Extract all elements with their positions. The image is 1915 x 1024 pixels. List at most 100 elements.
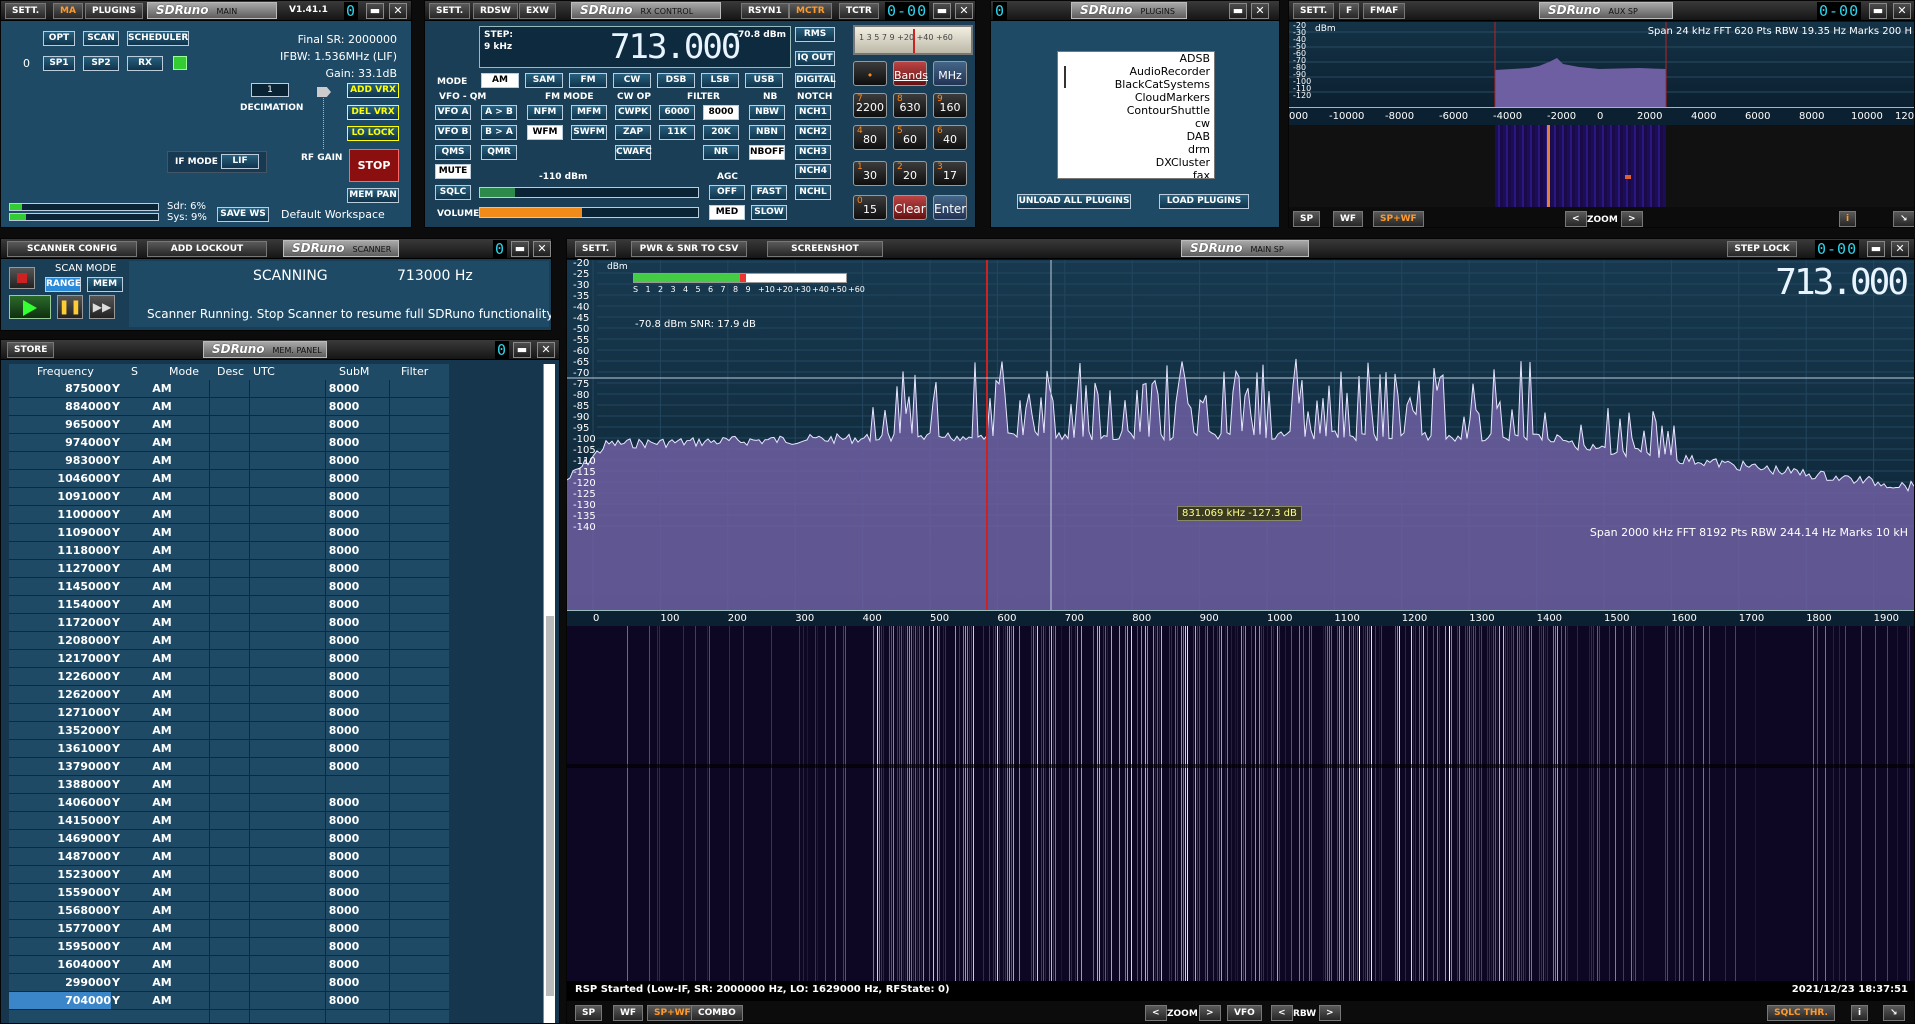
table-row[interactable]: 1172000 Y AM 8000: [9, 614, 449, 632]
aux-minimize-button[interactable]: ▬: [1869, 3, 1887, 19]
main-frequency[interactable]: 713.000: [1775, 262, 1909, 303]
a-to-b-button[interactable]: A > B: [481, 105, 517, 120]
table-row[interactable]: 1388000 Y AM: [9, 776, 449, 794]
combo-button[interactable]: COMBO: [691, 1005, 743, 1021]
plugin-item[interactable]: CloudMarkers: [1058, 91, 1214, 104]
store-button[interactable]: STORE: [7, 342, 55, 358]
key-2[interactable]: 2 20: [893, 161, 927, 186]
scanner-play-button[interactable]: [9, 295, 51, 319]
table-row[interactable]: 875000 Y AM 8000: [9, 380, 449, 398]
aux-zoom-out-button[interactable]: <: [1565, 211, 1587, 227]
filter-11k-button[interactable]: 11K: [659, 125, 695, 140]
mode-sam-button[interactable]: SAM: [525, 73, 563, 88]
aux-resize-icon[interactable]: ↘: [1893, 211, 1914, 227]
rms-button[interactable]: RMS: [795, 27, 835, 42]
nch1-button[interactable]: NCH1: [795, 105, 831, 120]
zap-button[interactable]: ZAP: [615, 125, 651, 140]
mem-scrollbar[interactable]: [543, 364, 555, 1023]
digital-button[interactable]: DIGITAL: [795, 73, 836, 88]
tctr-button[interactable]: TCTR: [839, 3, 879, 19]
aux-zoom-in-button[interactable]: >: [1621, 211, 1643, 227]
agc-med-button[interactable]: MED: [709, 205, 745, 220]
save-ws-button[interactable]: SAVE WS: [217, 207, 269, 222]
mainsp-close-button[interactable]: ✕: [1891, 241, 1909, 257]
table-row[interactable]: 1208000 Y AM 8000: [9, 632, 449, 650]
unload-all-plugins-button[interactable]: UNLOAD ALL PLUGINS: [1017, 194, 1131, 209]
scanner-close-button[interactable]: ✕: [533, 241, 551, 257]
agc-fast-button[interactable]: FAST: [751, 185, 787, 200]
key-9[interactable]: 9 160: [933, 93, 967, 118]
mctr-button[interactable]: MCTR: [789, 3, 832, 19]
table-row[interactable]: 299000 Y AM 8000: [9, 974, 449, 992]
rx-sett-button[interactable]: SETT.: [429, 3, 471, 19]
vfo-b-button[interactable]: VFO B: [435, 125, 471, 140]
cwafc-button[interactable]: CWAFC: [615, 145, 652, 160]
table-row[interactable]: 1406000 Y AM 8000: [9, 794, 449, 812]
table-row[interactable]: 1091000 Y AM 8000: [9, 488, 449, 506]
table-row[interactable]: 1154000 Y AM 8000: [9, 596, 449, 614]
b-to-a-button[interactable]: B > A: [481, 125, 517, 140]
main-close-button[interactable]: ✕: [389, 3, 407, 19]
pwr-snr-csv-button[interactable]: PWR & SNR TO CSV: [631, 241, 747, 257]
mode-cw-button[interactable]: CW: [613, 73, 651, 88]
nch2-button[interactable]: NCH2: [795, 125, 831, 140]
mainsp-sp-button[interactable]: SP: [575, 1005, 603, 1021]
plugins-list[interactable]: ADSB AudioRecorder BlackCatSystems Cloud…: [1057, 51, 1215, 179]
aux-f-button[interactable]: F: [1339, 3, 1360, 19]
key-6[interactable]: 6 40: [933, 125, 967, 150]
wfm-button[interactable]: WFM: [527, 125, 563, 140]
key-0[interactable]: 0 15: [853, 195, 887, 220]
opt-button[interactable]: OPT: [43, 31, 75, 46]
table-row[interactable]: 1604000 Y AM 8000: [9, 956, 449, 974]
scheduler-button[interactable]: SCHEDULER: [127, 31, 189, 46]
key-7[interactable]: 7 2200: [853, 93, 887, 118]
table-row[interactable]: 1595000 Y AM 8000: [9, 938, 449, 956]
plugin-item[interactable]: DAB: [1058, 130, 1214, 143]
plugin-item[interactable]: DXCluster: [1058, 156, 1214, 169]
table-row[interactable]: 1379000 Y AM 8000: [9, 758, 449, 776]
aux-sp-button[interactable]: SP: [1293, 211, 1321, 227]
iq-out-button[interactable]: IQ OUT: [795, 51, 835, 66]
rsyn1-button[interactable]: RSYN1: [741, 3, 789, 19]
nbw-button[interactable]: NBW: [749, 105, 785, 120]
plugins-list-scrollbar[interactable]: [1064, 66, 1066, 88]
mainsp-wf-button[interactable]: WF: [613, 1005, 644, 1021]
vfo-button[interactable]: VFO: [1227, 1005, 1262, 1021]
if-mode-select[interactable]: LIF: [221, 154, 259, 169]
mem-pan-button[interactable]: MEM PAN: [347, 188, 399, 203]
fmaf-button[interactable]: FMAF: [1363, 3, 1406, 19]
agc-slow-button[interactable]: SLOW: [751, 205, 787, 220]
table-row[interactable]: 1118000 Y AM 8000: [9, 542, 449, 560]
mainsp-info-button[interactable]: i: [1851, 1005, 1869, 1021]
plugins-close-button[interactable]: ✕: [1251, 3, 1269, 19]
aux-close-button[interactable]: ✕: [1893, 3, 1911, 19]
cwpk-button[interactable]: CWPK: [615, 105, 651, 120]
col-utc[interactable]: UTC: [253, 365, 275, 378]
rbw-up-button[interactable]: >: [1319, 1005, 1341, 1021]
add-vrx-button[interactable]: ADD VRX: [347, 83, 399, 98]
add-lockout-button[interactable]: ADD LOCKOUT: [147, 241, 267, 257]
scanner-config-button[interactable]: SCANNER CONFIG: [7, 241, 137, 257]
table-row[interactable]: 1262000 Y AM 8000: [9, 686, 449, 704]
qms-button[interactable]: QMS: [435, 145, 471, 160]
plugin-item[interactable]: drm: [1058, 143, 1214, 156]
mainsp-sett-button[interactable]: SETT.: [575, 241, 617, 257]
table-row[interactable]: 1523000 Y AM 8000: [9, 866, 449, 884]
plugin-item[interactable]: BlackCatSystems: [1058, 78, 1214, 91]
rx-button[interactable]: RX: [127, 56, 163, 71]
col-desc[interactable]: Desc: [217, 365, 244, 378]
vfo-frequency[interactable]: 713.000: [610, 27, 741, 67]
decimation-value[interactable]: 1: [251, 83, 289, 97]
plugin-item[interactable]: cw: [1058, 117, 1214, 130]
nr-button[interactable]: NR: [703, 145, 739, 160]
table-row[interactable]: 1568000 Y AM 8000: [9, 902, 449, 920]
scan-mode-mem-button[interactable]: MEM: [87, 277, 123, 292]
aux-waterfall[interactable]: [1495, 125, 1666, 207]
col-filter[interactable]: Filter: [401, 365, 428, 378]
main-spectrum[interactable]: dBm -20 -25 -30 -35 -40 -45 -50 -55 -60 -65 -70 -75…: [567, 258, 1914, 610]
rx-close-button[interactable]: ✕: [955, 3, 973, 19]
enter-button[interactable]: Enter: [933, 195, 967, 220]
scan-mode-range-button[interactable]: RANGE: [45, 277, 81, 292]
bands-button[interactable]: Bands: [893, 61, 928, 86]
plugin-item[interactable]: ADSB: [1058, 52, 1214, 65]
